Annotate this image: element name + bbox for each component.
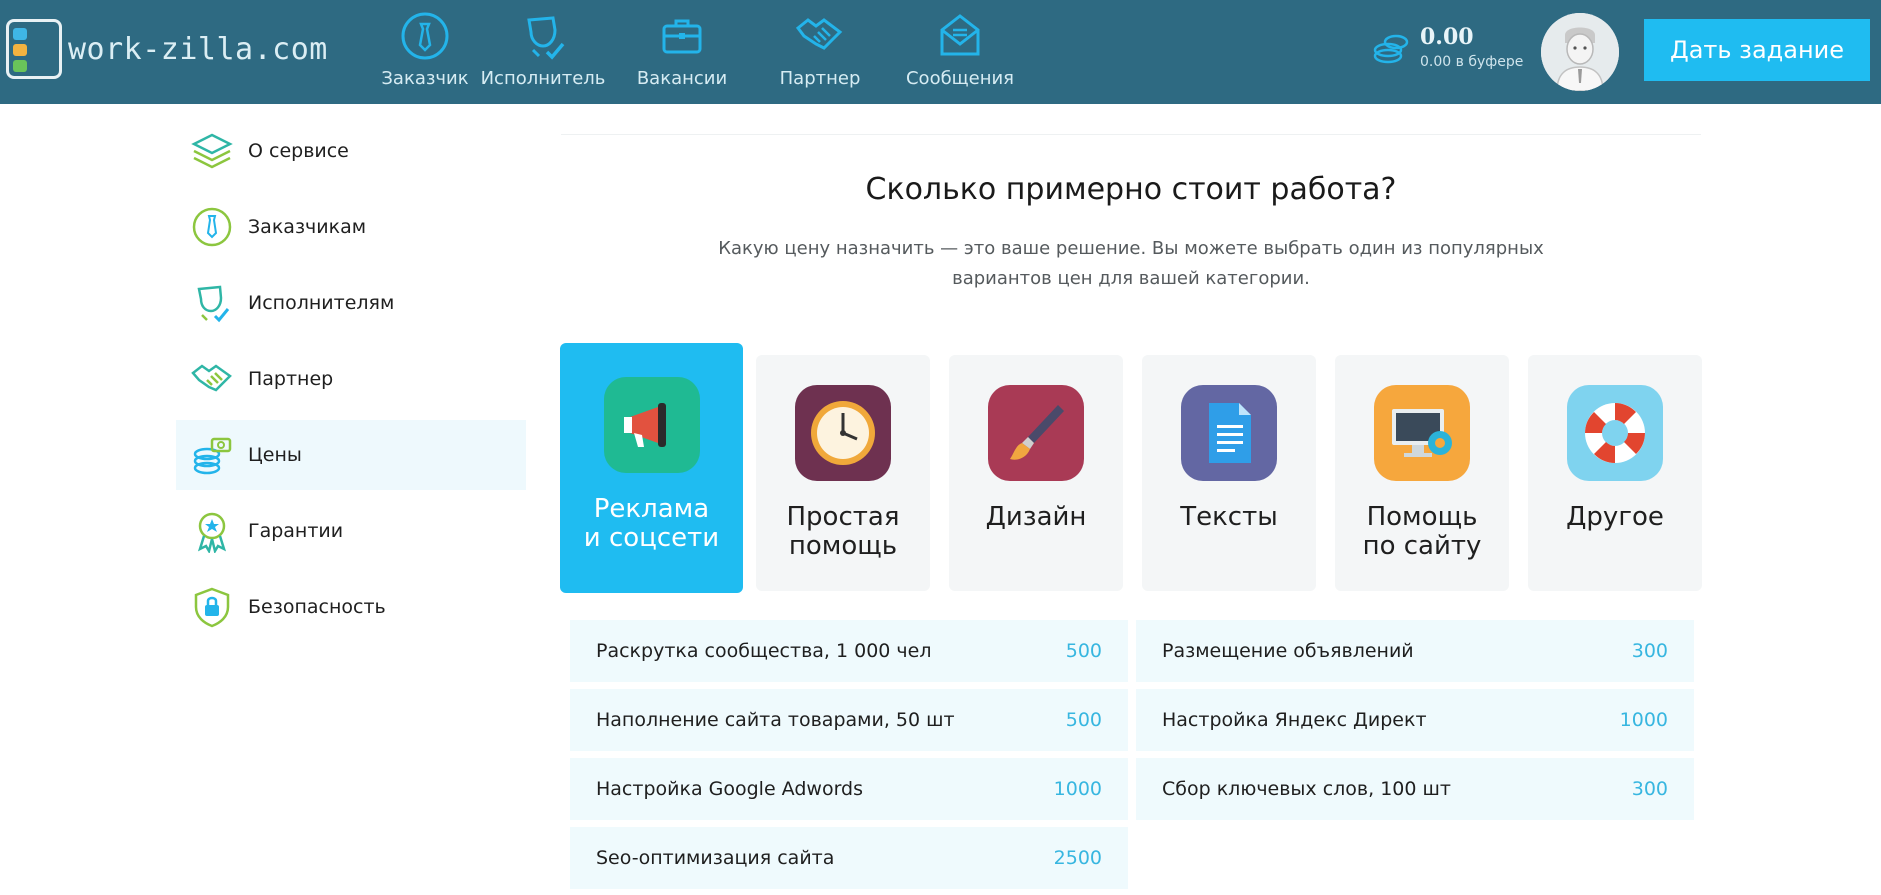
freelancer-icon [197,285,230,323]
category-label: Помощь по сайту [1362,502,1482,561]
coins-stack-icon [1373,34,1409,64]
user-avatar-icon [1541,13,1619,91]
price-row[interactable]: Раскрутка сообщества, 1 000 чел 500 [570,620,1128,682]
sidebar-item-label: Цены [248,444,302,466]
handshake-icon [795,18,843,50]
category-label: Тексты [1180,502,1278,532]
nav-item-customer[interactable]: Заказчик [378,10,472,89]
balance-buffer: 0.00 в буфере [1420,54,1524,70]
logo[interactable]: work-zilla.com [6,16,328,82]
sidebar-item-label: Заказчикам [248,216,367,238]
price-value: 500 [1065,640,1102,662]
price-row[interactable]: Размещение объявлений 300 [1136,620,1694,682]
price-name: Сбор ключевых слов, 100 шт [1162,778,1451,800]
nav-item-label: Исполнитель [480,68,606,89]
category-label: Дизайн [985,502,1087,532]
price-row[interactable]: Настройка Google Adwords 1000 [570,758,1128,820]
freelancer-icon [527,16,565,60]
page-subtitle: Какую цену назначить — это ваше решение.… [718,238,1544,289]
shield-lock-icon [194,587,230,628]
avatar[interactable] [1541,13,1619,91]
handshake-icon [191,364,232,392]
nav-item-messages[interactable]: Сообщения [890,10,1030,89]
clock-icon [811,401,875,465]
sidebar-item-label: Партнер [248,368,334,390]
category-texts[interactable]: Тексты [1142,355,1316,591]
category-icon-box [603,377,700,473]
price-value: 1000 [1053,778,1102,800]
price-value: 300 [1631,778,1668,800]
category-icon-box [1181,385,1277,481]
sidebar-item-freelancers[interactable]: Исполнителям [176,268,526,338]
nav-item-vacancies[interactable]: Вакансии [614,10,750,89]
lifebuoy-icon [1585,403,1645,463]
tie-icon [192,207,232,247]
price-name: Размещение объявлений [1162,640,1414,662]
price-row[interactable]: Сбор ключевых слов, 100 шт 300 [1136,758,1694,820]
sidebar-item-guarantees[interactable]: Гарантии [176,496,526,566]
nav-item-freelancer[interactable]: Исполнитель [472,10,614,89]
layers-icon [191,133,233,169]
tie-icon [401,12,449,60]
monitor-gear-icon [1392,409,1452,457]
price-row[interactable]: Настройка Яндекс Директ 1000 [1136,689,1694,751]
page-title: Сколько примерно стоит работа? [865,172,1397,207]
sidebar-item-label: О сервисе [248,140,349,162]
price-name: Настройка Google Adwords [596,778,864,800]
nav-item-label: Партнер [779,68,861,89]
price-row[interactable]: Наполнение сайта товарами, 50 шт 500 [570,689,1128,751]
category-site-help[interactable]: Помощь по сайту [1335,355,1509,591]
sidebar-item-label: Гарантии [248,520,344,542]
document-icon [1209,403,1251,463]
price-row[interactable]: Seo-оптимизация сайта 2500 [570,827,1128,889]
top-bar: work-zilla.com Заказчик Исполнитель Вака… [0,0,1881,104]
balance-amount: 0.00 [1420,24,1474,50]
category-icon-box [1567,385,1663,481]
sidebar-item-label: Безопасность [248,596,386,618]
category-design[interactable]: Дизайн [949,355,1123,591]
price-name: Настройка Яндекс Директ [1162,709,1427,731]
nav-item-partner[interactable]: Партнер [750,10,890,89]
category-label: Реклама и соцсети [583,494,720,553]
divider [561,134,1701,135]
category-ads[interactable]: Реклама и соцсети [560,343,743,593]
price-name: Seo-оптимизация сайта [596,847,835,869]
category-simple-help[interactable]: Простая помощь [756,355,930,591]
nav-item-label: Вакансии [636,68,728,89]
category-icon-box [988,385,1084,481]
create-task-button[interactable]: Дать задание [1644,19,1870,81]
sidebar-item-partner[interactable]: Партнер [176,344,526,414]
category-icon-box [1374,385,1470,481]
price-name: Наполнение сайта товарами, 50 шт [596,709,955,731]
envelope-icon [940,14,980,56]
category-label: Другое [1566,502,1664,532]
briefcase-icon [662,19,702,54]
balance[interactable]: 0.00 0.00 в буфере [1372,24,1523,70]
sidebar-item-label: Исполнителям [248,292,395,314]
price-value: 500 [1065,709,1102,731]
logo-checklist-icon [6,19,62,79]
sidebar-item-about[interactable]: О сервисе [176,116,526,186]
paintbrush-icon [1010,405,1064,460]
sidebar-item-prices[interactable]: Цены [176,420,526,490]
category-other[interactable]: Другое [1528,355,1702,591]
sidebar-item-security[interactable]: Безопасность [176,572,526,642]
sidebar: О сервисе Заказчикам Исполнителям Партне… [176,116,526,648]
price-value: 300 [1631,640,1668,662]
price-value: 2500 [1053,847,1102,869]
logo-text: work-zilla.com [68,31,328,67]
coins-icon [193,437,232,475]
main-nav: Заказчик Исполнитель Вакансии Партнер Со… [378,10,1030,89]
price-value: 1000 [1619,709,1668,731]
price-name: Раскрутка сообщества, 1 000 чел [596,640,932,662]
category-icon-box [795,385,891,481]
category-label: Простая помощь [786,502,900,561]
badge-icon [197,512,227,553]
megaphone-icon [623,403,666,447]
sidebar-item-customers[interactable]: Заказчикам [176,192,526,262]
nav-item-label: Сообщения [905,68,1015,89]
nav-item-label: Заказчик [381,68,469,89]
